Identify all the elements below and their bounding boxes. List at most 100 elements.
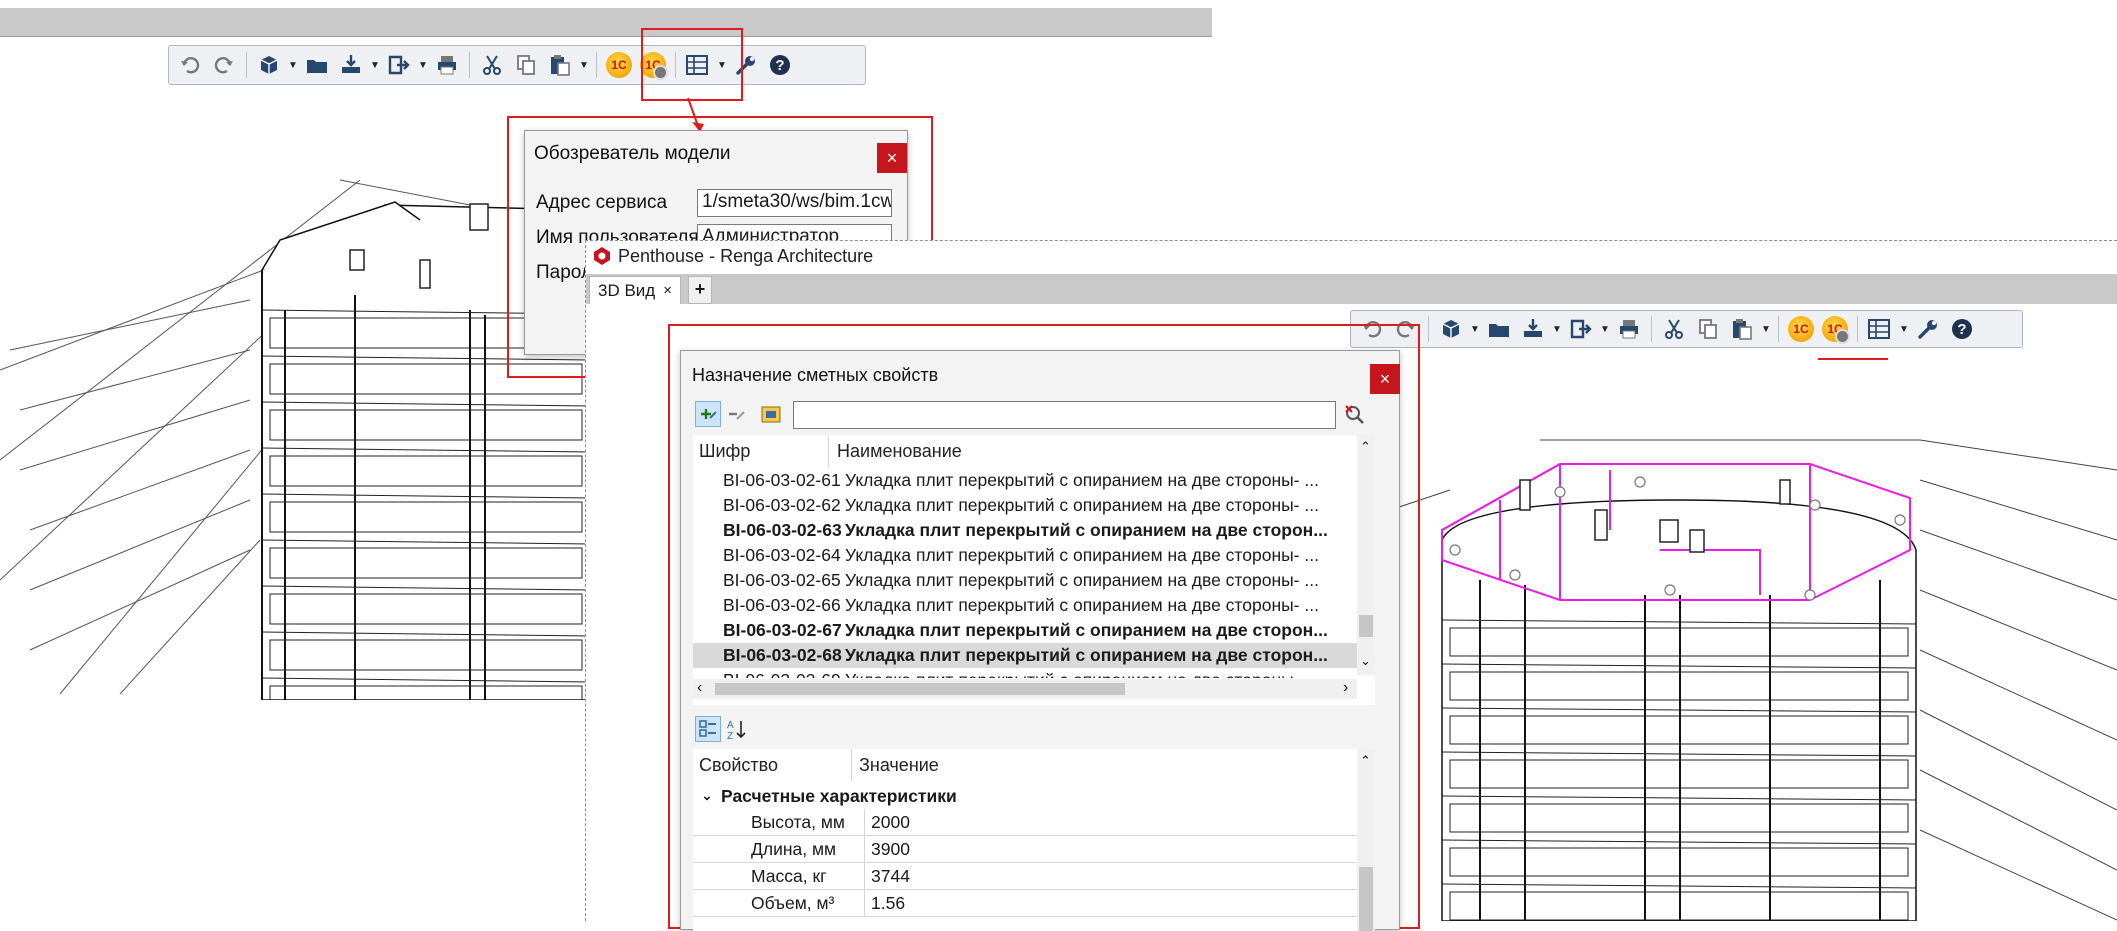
property-row[interactable]: Высота, мм 2000 [693,809,1361,836]
add-tab-button[interactable]: + [688,276,712,304]
header-divider [851,749,852,781]
help-button[interactable]: ? [1947,314,1977,344]
help-button[interactable]: ? [765,50,795,80]
list-item[interactable]: BI-06-03-02-68 Укладка плит перекрытий с … [693,643,1357,668]
sort-alphabetical-button[interactable]: AZ [725,717,749,741]
property-grid[interactable]: Свойство Значение ⌄ Расчетные характерис… [693,749,1375,931]
add-item-button[interactable] [695,401,721,427]
collapse-chevron-icon[interactable]: ⌄ [693,788,721,804]
share-button[interactable] [384,50,414,80]
cube-button[interactable] [254,50,284,80]
1c-export-button[interactable]: 1C [1786,314,1816,344]
share-button[interactable] [1566,314,1596,344]
print-button[interactable] [1614,314,1644,344]
tab-strip [586,274,2117,304]
dropdown-arrow-icon[interactable]: ▼ [579,50,589,80]
list-item[interactable]: BI-06-03-02-65 Укладка плит перекрытий с … [693,568,1357,593]
clear-search-button[interactable] [1343,403,1367,427]
scroll-up-icon[interactable]: ⌃ [1360,753,1371,769]
item-code: BI-06-03-02-63 [723,520,842,540]
scroll-left-icon[interactable]: ‹ [697,679,702,697]
search-input[interactable] [793,401,1336,429]
redo-button[interactable] [209,50,239,80]
print-button[interactable] [432,50,462,80]
dropdown-arrow-icon[interactable]: ▼ [288,50,298,80]
list-item[interactable]: BI-06-03-02-62 Укладка плит перекрытий с … [693,493,1357,518]
dropdown-arrow-icon[interactable]: ▼ [1470,314,1480,344]
column-header-name[interactable]: Наименование [837,441,962,462]
group-label: Расчетные характеристики [721,785,957,806]
property-vertical-scrollbar[interactable]: ⌃ [1357,749,1375,931]
toolbar-separator [1428,316,1429,342]
dropdown-arrow-icon[interactable]: ▼ [370,50,380,80]
categorized-icon [699,720,716,737]
copy-button[interactable] [1693,314,1723,344]
list-item[interactable]: BI-06-03-02-67 Укладка плит перекрытий с … [693,618,1357,643]
list-item[interactable]: BI-06-03-02-63 Укладка плит перекрытий с … [693,518,1357,543]
property-value[interactable]: 2000 [865,812,910,833]
catalog-icon [761,406,781,423]
list-item[interactable]: BI-06-03-02-61 Укладка плит перекрытий с … [693,468,1357,493]
tab-close-icon[interactable]: × [663,282,672,299]
list-item[interactable]: BI-06-03-02-64 Укладка плит перекрытий с … [693,543,1357,568]
redo-icon [213,54,235,76]
svg-text:Z: Z [727,731,733,741]
service-address-input[interactable]: 1/smeta30/ws/bim.1cws [697,189,892,217]
column-header-property[interactable]: Свойство [699,755,778,776]
1c-export-button[interactable]: 1C [604,50,634,80]
export-icon [1521,317,1545,341]
scroll-down-icon[interactable]: ⌄ [1360,653,1371,669]
list-item[interactable]: BI-06-03-02-66 Укладка плит перекрытий с … [693,593,1357,618]
column-header-value[interactable]: Значение [859,755,939,776]
property-value[interactable]: 3900 [865,839,910,860]
export-button[interactable] [336,50,366,80]
export-button[interactable] [1518,314,1548,344]
property-row[interactable]: Длина, мм 3900 [693,836,1361,863]
folder-button[interactable] [1484,314,1514,344]
scrollbar-thumb[interactable] [1359,867,1373,931]
undo-button[interactable] [175,50,205,80]
table-button[interactable] [1865,314,1895,344]
scroll-up-icon[interactable]: ⌃ [1360,439,1371,455]
cube-button[interactable] [1436,314,1466,344]
close-button[interactable]: × [877,143,907,173]
scroll-right-icon[interactable]: › [1343,679,1348,697]
cut-button[interactable] [1659,314,1689,344]
item-name: Укладка плит перекрытий с опиранием на д… [845,595,1319,615]
paste-button[interactable] [1727,314,1757,344]
list-vertical-scrollbar[interactable]: ⌃ ⌄ [1357,435,1375,675]
list-horizontal-scrollbar[interactable]: ‹ › [693,679,1357,699]
scrollbar-thumb-horizontal[interactable] [715,683,1125,695]
column-header-code[interactable]: Шифр [699,441,750,462]
property-row[interactable]: Объем, м³ 1.56 [693,890,1361,917]
group-row[interactable]: ⌄ Расчетные характеристики [693,783,1361,809]
dropdown-arrow-icon[interactable]: ▼ [1761,314,1771,344]
property-row[interactable]: Масса, кг 3744 [693,863,1361,890]
paste-button[interactable] [545,50,575,80]
categorized-view-button[interactable] [695,716,721,742]
dialog-title: Назначение сметных свойств [692,365,939,385]
dropdown-arrow-icon[interactable]: ▼ [1899,314,1909,344]
cut-button[interactable] [477,50,507,80]
remove-item-button[interactable] [725,402,749,426]
item-name: Укладка плит перекрытий с опиранием на д… [845,520,1328,540]
property-value[interactable]: 3744 [865,866,910,887]
close-button[interactable]: × [1370,364,1400,394]
right-3d-viewport[interactable] [1360,420,2117,921]
folder-button[interactable] [759,402,783,426]
wrench-button[interactable] [1913,314,1943,344]
property-name: Масса, кг [693,863,865,889]
estimate-list[interactable]: Шифр Наименование BI-06-03-02-61 Укладка … [693,435,1375,705]
dropdown-arrow-icon[interactable]: ▼ [1552,314,1562,344]
folder-button[interactable] [302,50,332,80]
dropdown-arrow-icon[interactable]: ▼ [418,50,428,80]
dropdown-arrow-icon[interactable]: ▼ [1600,314,1610,344]
list-item[interactable]: BI-06-03-02-69Укладка плит перекрытий с … [693,668,1357,678]
1c-settings-button[interactable]: 1C [1820,314,1850,344]
copy-button[interactable] [511,50,541,80]
property-value[interactable]: 1.56 [865,893,905,914]
tab-3d-view[interactable]: 3D Вид × [589,276,681,304]
scrollbar-thumb[interactable] [1359,615,1373,637]
item-code: BI-06-03-02-61 [723,470,841,490]
1c-settings-icon: 1C [1822,316,1850,344]
